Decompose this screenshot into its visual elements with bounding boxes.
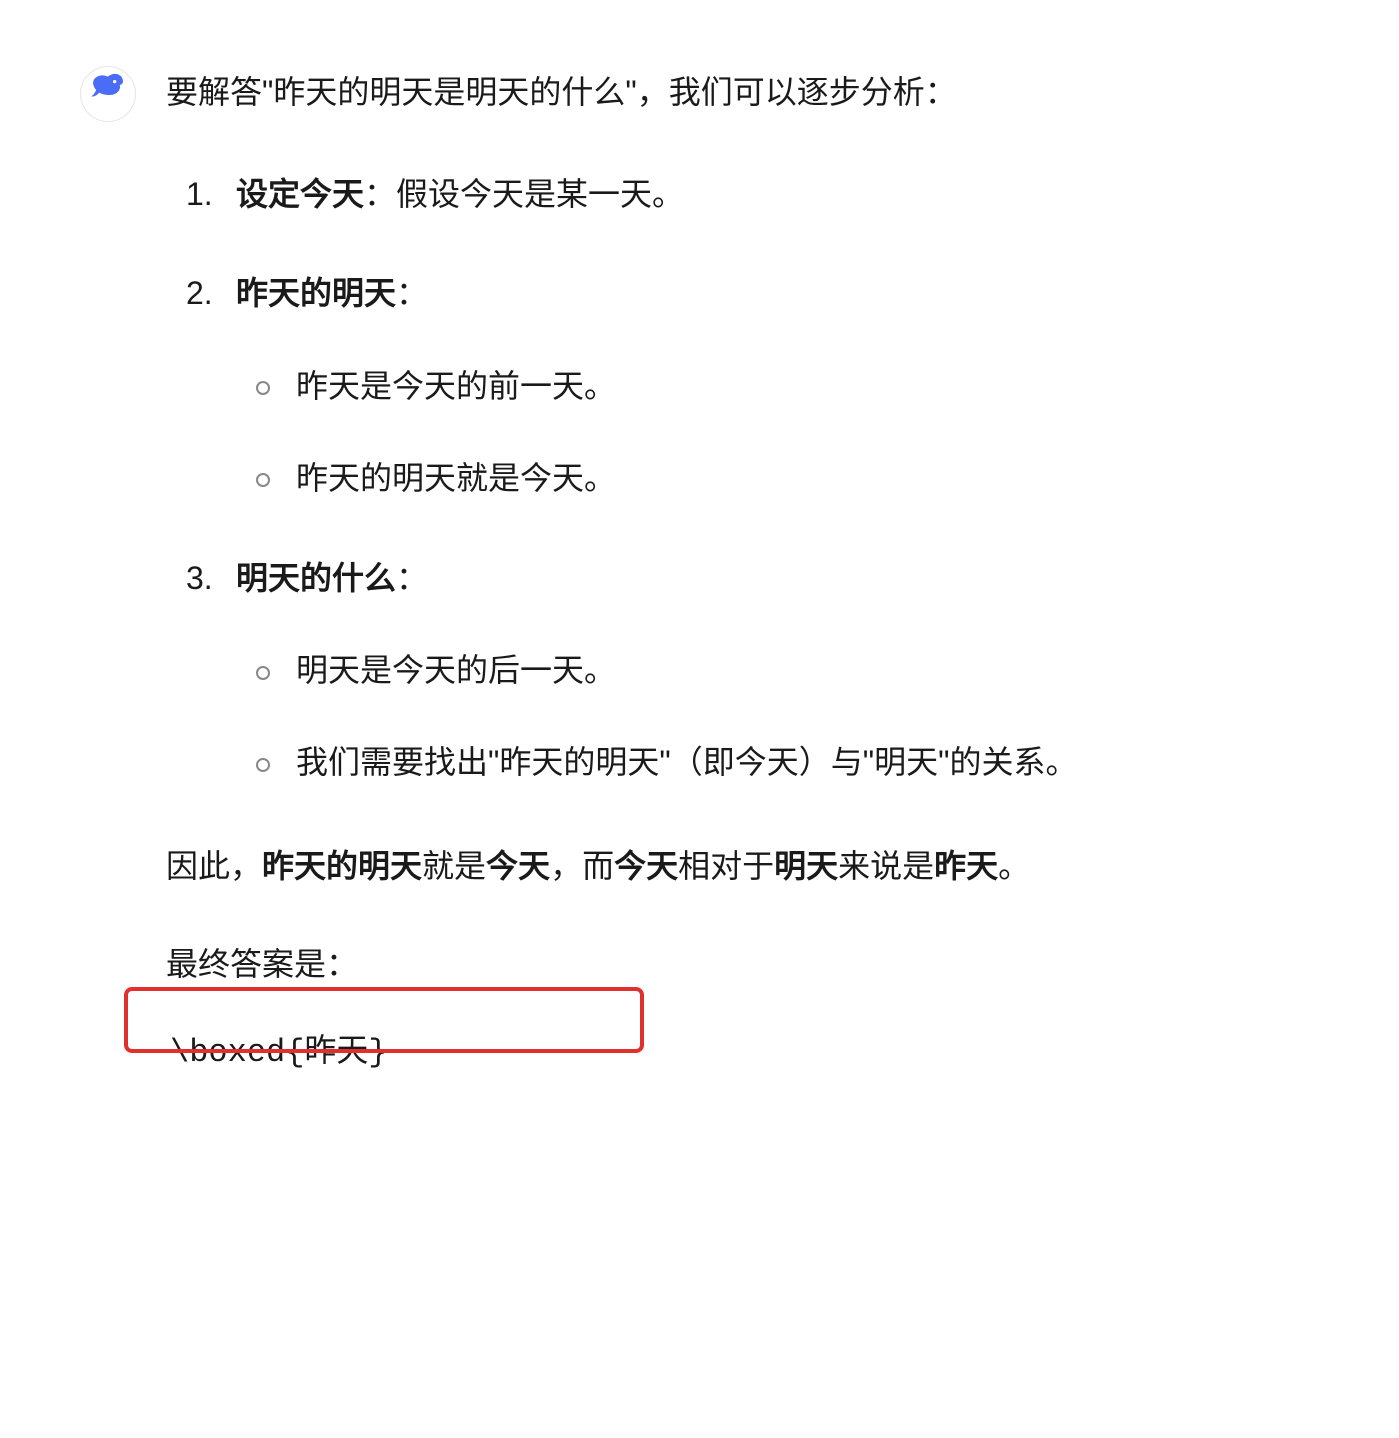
conclusion-part: 就是: [422, 848, 486, 884]
final-answer-wrap: \boxed{昨天}: [166, 1015, 392, 1084]
intro-text: 要解答"昨天的明天是明天的什么"，我们可以逐步分析：: [166, 60, 1319, 124]
sub-item: 明天是今天的后一天。: [236, 638, 1319, 702]
conclusion-part: 相对于: [678, 848, 774, 884]
step-title-bold: 设定今天: [236, 176, 364, 212]
step-title-bold: 明天的什么: [236, 560, 396, 596]
conclusion-bold: 明天: [774, 848, 838, 884]
conclusion-bold: 今天: [486, 848, 550, 884]
step-title: 昨天的明天：: [236, 275, 428, 311]
sub-list: 明天是今天的后一天。 我们需要找出"昨天的明天"（即今天）与"明天"的关系。: [236, 638, 1319, 794]
steps-list: 设定今天：假设今天是某一天。 昨天的明天： 昨天是今天的前一天。 昨天的明天就是…: [166, 164, 1319, 794]
message-content: 要解答"昨天的明天是明天的什么"，我们可以逐步分析： 设定今天：假设今天是某一天…: [166, 60, 1319, 1084]
assistant-avatar: [80, 66, 136, 122]
conclusion-part: 来说是: [838, 848, 934, 884]
whale-icon: [88, 64, 128, 125]
step-title: 明天的什么：: [236, 560, 428, 596]
conclusion-text: 因此，昨天的明天就是今天，而今天相对于明天来说是昨天。: [166, 834, 1319, 898]
conclusion-bold: 昨天: [934, 848, 998, 884]
step-item: 昨天的明天： 昨天是今天的前一天。 昨天的明天就是今天。: [166, 263, 1319, 510]
step-title-rest: ：假设今天是某一天。: [364, 176, 684, 212]
final-answer: \boxed{昨天}: [166, 1015, 392, 1084]
conclusion-part: ，而: [550, 848, 614, 884]
conclusion-bold: 昨天的明天: [262, 848, 422, 884]
sub-item: 昨天是今天的前一天。: [236, 354, 1319, 418]
step-title-rest: ：: [396, 560, 428, 596]
step-item: 设定今天：假设今天是某一天。: [166, 164, 1319, 225]
sub-item: 昨天的明天就是今天。: [236, 446, 1319, 510]
final-answer-label: 最终答案是：: [166, 934, 1319, 995]
step-title-bold: 昨天的明天: [236, 275, 396, 311]
step-title: 设定今天：假设今天是某一天。: [236, 176, 684, 212]
sub-list: 昨天是今天的前一天。 昨天的明天就是今天。: [236, 354, 1319, 510]
conclusion-part: 因此，: [166, 848, 262, 884]
message-container: 要解答"昨天的明天是明天的什么"，我们可以逐步分析： 设定今天：假设今天是某一天…: [80, 60, 1319, 1084]
conclusion-bold: 今天: [614, 848, 678, 884]
sub-item: 我们需要找出"昨天的明天"（即今天）与"明天"的关系。: [236, 730, 1319, 794]
step-item: 明天的什么： 明天是今天的后一天。 我们需要找出"昨天的明天"（即今天）与"明天…: [166, 548, 1319, 795]
step-title-rest: ：: [396, 275, 428, 311]
conclusion-part: 。: [998, 848, 1030, 884]
